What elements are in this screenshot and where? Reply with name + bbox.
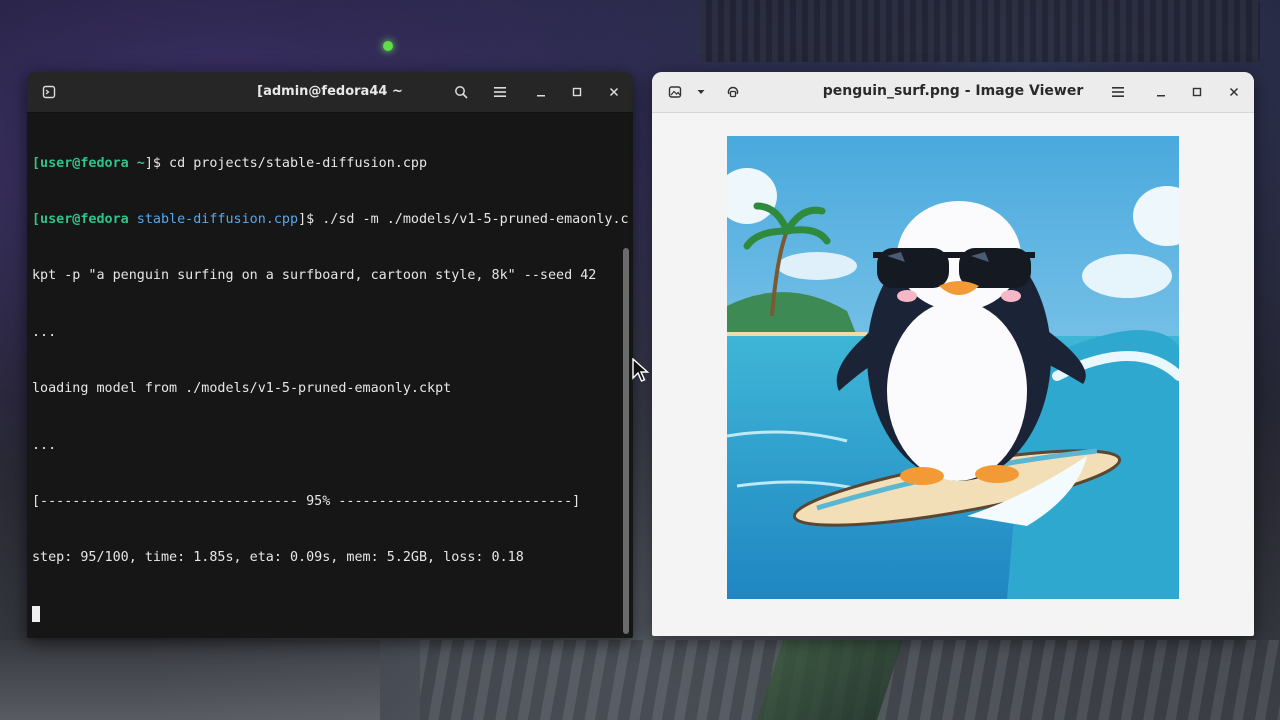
terminal-line: kpt -p "a penguin surfing on a surfboard… <box>32 268 597 284</box>
close-icon <box>609 87 619 97</box>
terminal-line: loading model from ./models/v1-5-pruned-… <box>32 381 452 397</box>
close-button[interactable] <box>600 78 628 106</box>
background-hardware-left <box>0 640 380 720</box>
prompt-directory: ~ <box>128 155 145 171</box>
prompt-user-host: [user@fedora <box>32 211 129 227</box>
command-text: ]$ ./sd -m ./models/v1-5-pruned-emaonly.… <box>298 211 628 227</box>
terminal-scrollbar[interactable] <box>623 248 629 634</box>
maximize-icon <box>1192 87 1202 97</box>
step-status-line: step: 95/100, time: 1.85s, eta: 0.09s, m… <box>32 550 524 566</box>
maximize-icon <box>572 87 582 97</box>
terminal-line: ... <box>32 437 57 453</box>
chevron-down-icon <box>697 90 705 94</box>
viewer-header-bar[interactable]: penguin_surf.png - Image Viewer <box>652 72 1254 113</box>
search-icon <box>455 86 468 99</box>
rotate-icon <box>727 86 739 98</box>
minimize-button[interactable] <box>527 78 555 106</box>
gallery-button[interactable] <box>661 78 689 106</box>
terminal-header-bar[interactable]: [admin@fedora44 ~ <box>27 72 633 113</box>
minimize-icon <box>1157 95 1165 97</box>
maximize-button[interactable] <box>563 78 591 106</box>
penguin-surfing-illustration <box>727 136 1179 599</box>
terminal-window[interactable]: [admin@fedora44 ~ [user@fedora ~]$ cd pr… <box>27 72 633 638</box>
mouse-cursor-icon <box>632 358 650 382</box>
terminal-output[interactable]: [user@fedora ~]$ cd projects/stable-diff… <box>27 113 633 638</box>
minimize-button[interactable] <box>1147 78 1175 106</box>
progress-bar-line: [-------------------------------- 95% --… <box>32 493 581 509</box>
new-tab-button[interactable] <box>35 78 63 106</box>
close-button[interactable] <box>1220 78 1248 106</box>
prompt-directory: stable-diffusion.cpp <box>128 211 299 227</box>
background-status-led <box>383 41 393 51</box>
close-icon <box>1229 87 1239 97</box>
hamburger-menu-icon <box>494 87 506 97</box>
text-cursor <box>32 605 40 622</box>
menu-button[interactable] <box>486 78 514 106</box>
command-text: ]$ cd projects/stable-diffusion.cpp <box>144 155 428 171</box>
dropdown-button[interactable] <box>687 78 715 106</box>
new-tab-icon <box>42 85 56 99</box>
image-viewer-window[interactable]: penguin_surf.png - Image Viewer <box>652 72 1254 636</box>
background-server-rack <box>700 0 1260 62</box>
search-button[interactable] <box>447 78 475 106</box>
rotate-button[interactable] <box>719 78 747 106</box>
terminal-line: ... <box>32 324 57 340</box>
cursor-line <box>32 605 628 625</box>
menu-button[interactable] <box>1104 78 1132 106</box>
displayed-image[interactable] <box>727 136 1179 599</box>
maximize-button[interactable] <box>1183 78 1211 106</box>
terminal-line: [user@fedora ~]$ cd projects/stable-diff… <box>32 155 628 174</box>
minimize-icon <box>537 95 545 97</box>
prompt-user-host: [user@fedora <box>32 155 129 171</box>
hamburger-menu-icon <box>1112 87 1124 97</box>
gallery-icon <box>668 86 682 98</box>
terminal-line: [user@fedora stable-diffusion.cpp]$ ./sd… <box>32 211 628 230</box>
